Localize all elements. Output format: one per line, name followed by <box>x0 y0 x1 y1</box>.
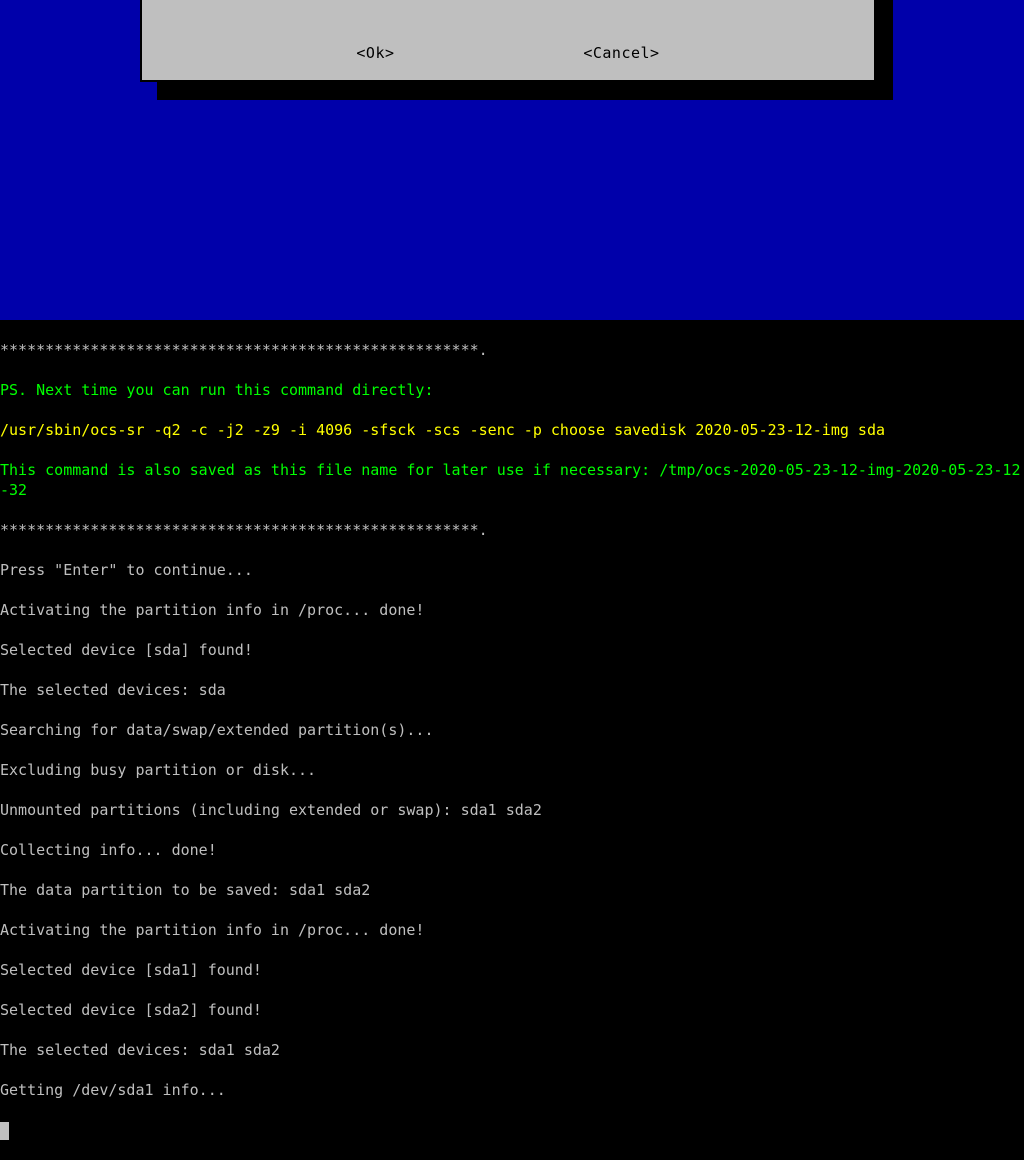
dialog-backdrop: <Ok> <Cancel> <box>0 0 1024 320</box>
status-line: Collecting info... done! <box>0 840 1024 860</box>
separator-line: ****************************************… <box>0 340 1024 360</box>
cursor-line <box>0 1120 1024 1140</box>
status-line: Unmounted partitions (including extended… <box>0 800 1024 820</box>
status-line: Selected device [sda1] found! <box>0 960 1024 980</box>
command-line: /usr/sbin/ocs-sr -q2 -c -j2 -z9 -i 4096 … <box>0 420 1024 440</box>
status-line: Activating the partition info in /proc..… <box>0 920 1024 940</box>
status-line: Activating the partition info in /proc..… <box>0 600 1024 620</box>
ok-button[interactable]: <Ok> <box>356 44 394 62</box>
status-line: The selected devices: sda <box>0 680 1024 700</box>
saved-as-line: This command is also saved as this file … <box>0 460 1024 500</box>
status-line: Searching for data/swap/extended partiti… <box>0 720 1024 740</box>
terminal-output: ****************************************… <box>0 320 1024 1160</box>
terminal-cursor <box>0 1122 9 1140</box>
status-line: Excluding busy partition or disk... <box>0 760 1024 780</box>
separator-line: ****************************************… <box>0 520 1024 540</box>
status-line: Getting /dev/sda1 info... <box>0 1080 1024 1100</box>
status-line: The data partition to be saved: sda1 sda… <box>0 880 1024 900</box>
status-line: The selected devices: sda1 sda2 <box>0 1040 1024 1060</box>
prompt-line: Press "Enter" to continue... <box>0 560 1024 580</box>
hint-line: PS. Next time you can run this command d… <box>0 380 1024 400</box>
cancel-button[interactable]: <Cancel> <box>583 44 659 62</box>
confirm-dialog: <Ok> <Cancel> <box>140 0 876 82</box>
status-line: Selected device [sda2] found! <box>0 1000 1024 1020</box>
status-line: Selected device [sda] found! <box>0 640 1024 660</box>
